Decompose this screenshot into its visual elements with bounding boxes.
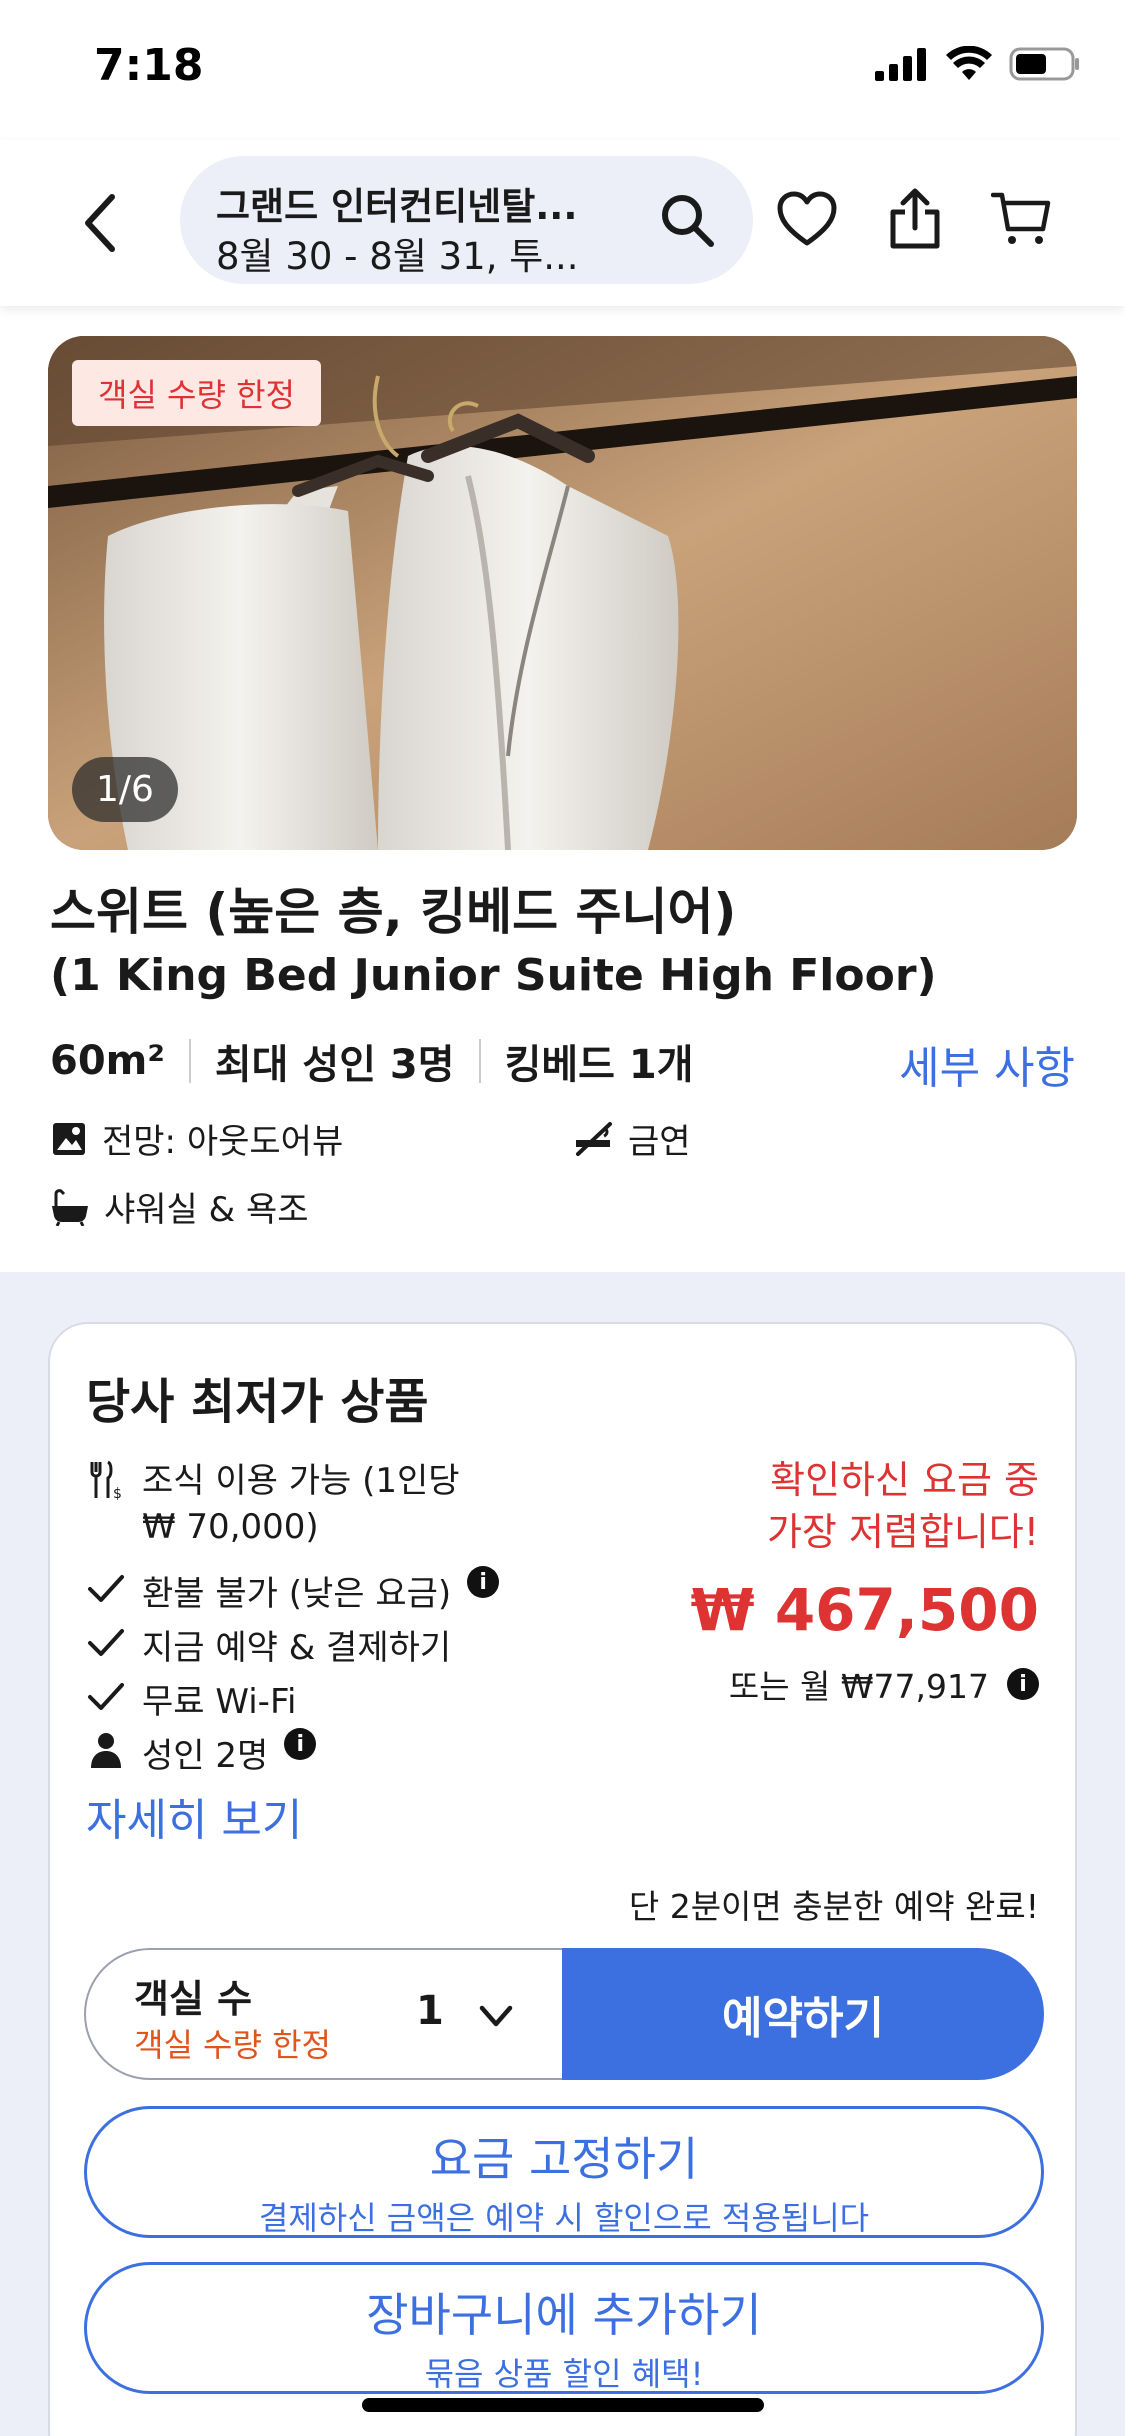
inclusion-adults-label: 성인 2명 xyxy=(142,1736,269,1776)
battery-icon xyxy=(1009,47,1079,81)
room-specs: 60m² 최대 성인 3명 킹베드 1개 xyxy=(50,1032,694,1090)
share-icon xyxy=(890,188,940,249)
search-summary-pill[interactable]: 그랜드 인터컨티넨탈... 8월 30 - 8월 31, 투... xyxy=(180,156,753,284)
stay-dates: 8월 30 - 8월 31, 투... xyxy=(216,235,579,278)
photo-counter: 1/6 xyxy=(72,757,178,822)
room-title: 스위트 (높은 층, 킹베드 주니어) xyxy=(50,883,737,941)
lock-price-sublabel: 결제하신 금액은 예약 시 할인으로 적용됩니다 xyxy=(258,2199,870,2237)
feature-bath-label: 샤워실 & 욕조 xyxy=(104,1190,309,1230)
top-header: 그랜드 인터컨티넨탈... 8월 30 - 8월 31, 투... xyxy=(0,140,1125,306)
price-note-line1: 확인하신 요금 중 xyxy=(770,1458,1039,1502)
lock-price-label: 요금 고정하기 xyxy=(429,2132,699,2186)
monthly-price-label: 또는 월 ₩77,917 xyxy=(728,1667,989,1706)
room-size: 60m² xyxy=(50,1038,165,1084)
cellular-signal-icon xyxy=(875,48,926,81)
room-photo-carousel[interactable]: 객실 수량 한정 1/6 xyxy=(48,336,1077,850)
info-icon[interactable]: i xyxy=(1007,1668,1039,1700)
room-count-label: 객실 수 xyxy=(134,1977,253,2021)
feature-view: 전망: 아웃도어뷰 xyxy=(50,1114,343,1163)
add-to-cart-sublabel: 묶음 상품 할인 혜택! xyxy=(424,2355,704,2393)
inclusion-breakfast-price: ₩ 70,000) xyxy=(142,1507,319,1547)
heart-icon xyxy=(777,191,837,246)
check-icon xyxy=(86,1622,126,1662)
inclusion-refund-label: 환불 불가 (낮은 요금) xyxy=(142,1574,452,1614)
room-count-select[interactable]: 객실 수 객실 수량 한정 1 xyxy=(84,1948,564,2080)
monthly-price: 또는 월 ₩77,917 i xyxy=(729,1660,1039,1708)
feature-view-label: 전망: 아웃도어뷰 xyxy=(102,1122,344,1162)
no-smoking-icon xyxy=(576,1121,612,1156)
lowest-price-note: 확인하신 요금 중 가장 저렴합니다! xyxy=(767,1454,1039,1558)
lock-price-button[interactable]: 요금 고정하기 결제하신 금액은 예약 시 할인으로 적용됩니다 xyxy=(84,2106,1044,2238)
inclusion-breakfast: $ 조식 이용 가능 (1인당 ₩ 70,000) xyxy=(86,1458,460,1550)
check-icon xyxy=(86,1568,126,1608)
inclusion-wifi-label: 무료 Wi-Fi xyxy=(142,1682,297,1722)
bed-type: 킹베드 1개 xyxy=(504,1042,694,1088)
cart-button[interactable] xyxy=(988,186,1054,252)
inclusion-adults: 성인 2명 i xyxy=(86,1728,317,1777)
breakfast-icon: $ xyxy=(86,1460,126,1500)
svg-text:$: $ xyxy=(113,1486,122,1500)
feature-bath: 샤워실 & 욕조 xyxy=(50,1182,309,1231)
bathtub-icon xyxy=(52,1188,88,1226)
quick-booking-note: 단 2분이면 충분한 예약 완료! xyxy=(628,1887,1039,1926)
share-button[interactable] xyxy=(882,186,948,252)
view-icon xyxy=(53,1122,85,1155)
inclusion-refund: 환불 불가 (낮은 요금) i xyxy=(86,1566,500,1615)
status-time: 7:18 xyxy=(94,40,204,91)
status-icons xyxy=(875,46,1081,82)
offer-card: 당사 최저가 상품 $ 조식 이용 가능 (1인당 ₩ 70,000) 환불 불… xyxy=(48,1322,1077,2436)
status-bar: 7:18 xyxy=(0,0,1125,140)
book-button[interactable]: 예약하기 xyxy=(562,1948,1044,2080)
divider xyxy=(478,1039,481,1083)
inclusion-pay-now-label: 지금 예약 & 결제하기 xyxy=(142,1628,452,1668)
inclusion-wifi: 무료 Wi-Fi xyxy=(86,1674,296,1723)
cart-icon xyxy=(991,192,1051,244)
add-to-cart-button[interactable]: 장바구니에 추가하기 묶음 상품 할인 혜택! xyxy=(84,2262,1044,2394)
hotel-name: 그랜드 인터컨티넨탈... xyxy=(216,185,578,228)
room-count-warning: 객실 수량 한정 xyxy=(134,2026,331,2064)
max-occupancy: 최대 성인 3명 xyxy=(214,1042,455,1088)
total-price: ₩ 467,500 xyxy=(690,1576,1039,1644)
back-button[interactable] xyxy=(70,188,130,258)
search-icon[interactable] xyxy=(657,190,717,250)
wifi-icon xyxy=(946,46,992,80)
inclusion-pay-now: 지금 예약 & 결제하기 xyxy=(86,1620,451,1669)
home-indicator xyxy=(362,2398,764,2412)
details-link[interactable]: 세부 사항 xyxy=(899,1032,1075,1096)
inclusion-breakfast-label: 조식 이용 가능 (1인당 xyxy=(142,1461,460,1501)
room-subtitle: (1 King Bed Junior Suite High Floor) xyxy=(50,950,937,1001)
offer-title: 당사 최저가 상품 xyxy=(86,1374,429,1430)
room-count-value: 1 xyxy=(416,1988,444,2034)
add-to-cart-label: 장바구니에 추가하기 xyxy=(366,2288,762,2342)
favorite-button[interactable] xyxy=(774,186,840,252)
price-note-line2: 가장 저렴합니다! xyxy=(766,1510,1039,1554)
info-icon[interactable]: i xyxy=(467,1566,500,1598)
feature-smoking-label: 금연 xyxy=(628,1122,691,1162)
chevron-left-icon xyxy=(85,194,115,252)
see-more-link[interactable]: 자세히 보기 xyxy=(86,1784,302,1848)
person-icon xyxy=(86,1730,126,1770)
chevron-down-icon xyxy=(479,2005,513,2027)
feature-smoking: 금연 xyxy=(574,1114,691,1163)
check-icon xyxy=(86,1676,126,1716)
limited-rooms-badge: 객실 수량 한정 xyxy=(72,360,321,426)
divider xyxy=(188,1039,191,1083)
info-icon[interactable]: i xyxy=(284,1728,317,1760)
